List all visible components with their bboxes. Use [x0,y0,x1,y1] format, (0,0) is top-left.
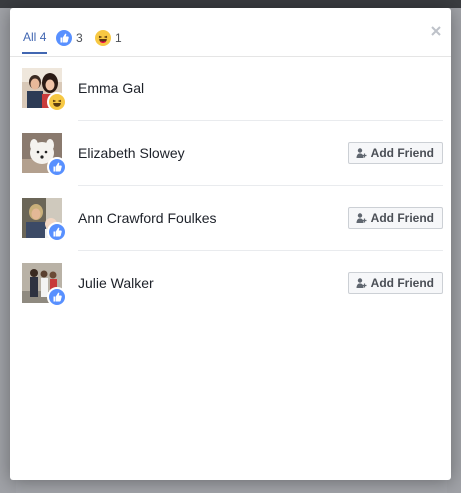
haha-icon [47,92,67,112]
avatar[interactable] [22,198,67,242]
add-friend-label: Add Friend [370,276,434,290]
tab-all-label: All [23,30,37,44]
background-top-bar [0,0,461,8]
person-name[interactable]: Elizabeth Slowey [78,145,185,161]
avatar[interactable] [22,133,67,177]
close-icon[interactable] [429,24,443,38]
tab-all-count: 4 [39,30,47,44]
list-item: Elizabeth Slowey Add Friend [10,121,451,186]
add-friend-button[interactable]: Add Friend [347,272,443,294]
add-friend-icon [355,212,367,224]
background-bottom-strip [16,480,447,493]
person-name[interactable]: Ann Crawford Foulkes [78,210,217,226]
add-friend-icon [355,147,367,159]
add-friend-button[interactable]: Add Friend [347,142,443,164]
list-item: Ann Crawford Foulkes Add Friend [10,186,451,251]
add-friend-icon [355,277,367,289]
tab-all[interactable]: All 4 [22,22,48,54]
reaction-tabs: All 4 3 1 [10,8,451,57]
person-name[interactable]: Emma Gal [78,80,144,96]
like-icon [47,157,67,177]
tab-like[interactable]: 3 [56,22,83,54]
like-icon [56,30,72,46]
tab-haha[interactable]: 1 [95,22,122,54]
person-name[interactable]: Julie Walker [78,275,154,291]
avatar[interactable] [22,263,67,307]
haha-icon [95,30,111,46]
tab-haha-count: 1 [115,31,122,45]
add-friend-label: Add Friend [370,146,434,160]
reactions-dialog: All 4 3 1 Emma Gal Elizabeth Slowey Add … [10,8,451,480]
like-icon [47,287,67,307]
like-icon [47,222,67,242]
list-item: Emma Gal [10,56,451,121]
list-item: Julie Walker Add Friend [10,251,451,316]
avatar[interactable] [22,68,67,112]
tab-like-count: 3 [76,31,83,45]
add-friend-label: Add Friend [370,211,434,225]
add-friend-button[interactable]: Add Friend [347,207,443,229]
